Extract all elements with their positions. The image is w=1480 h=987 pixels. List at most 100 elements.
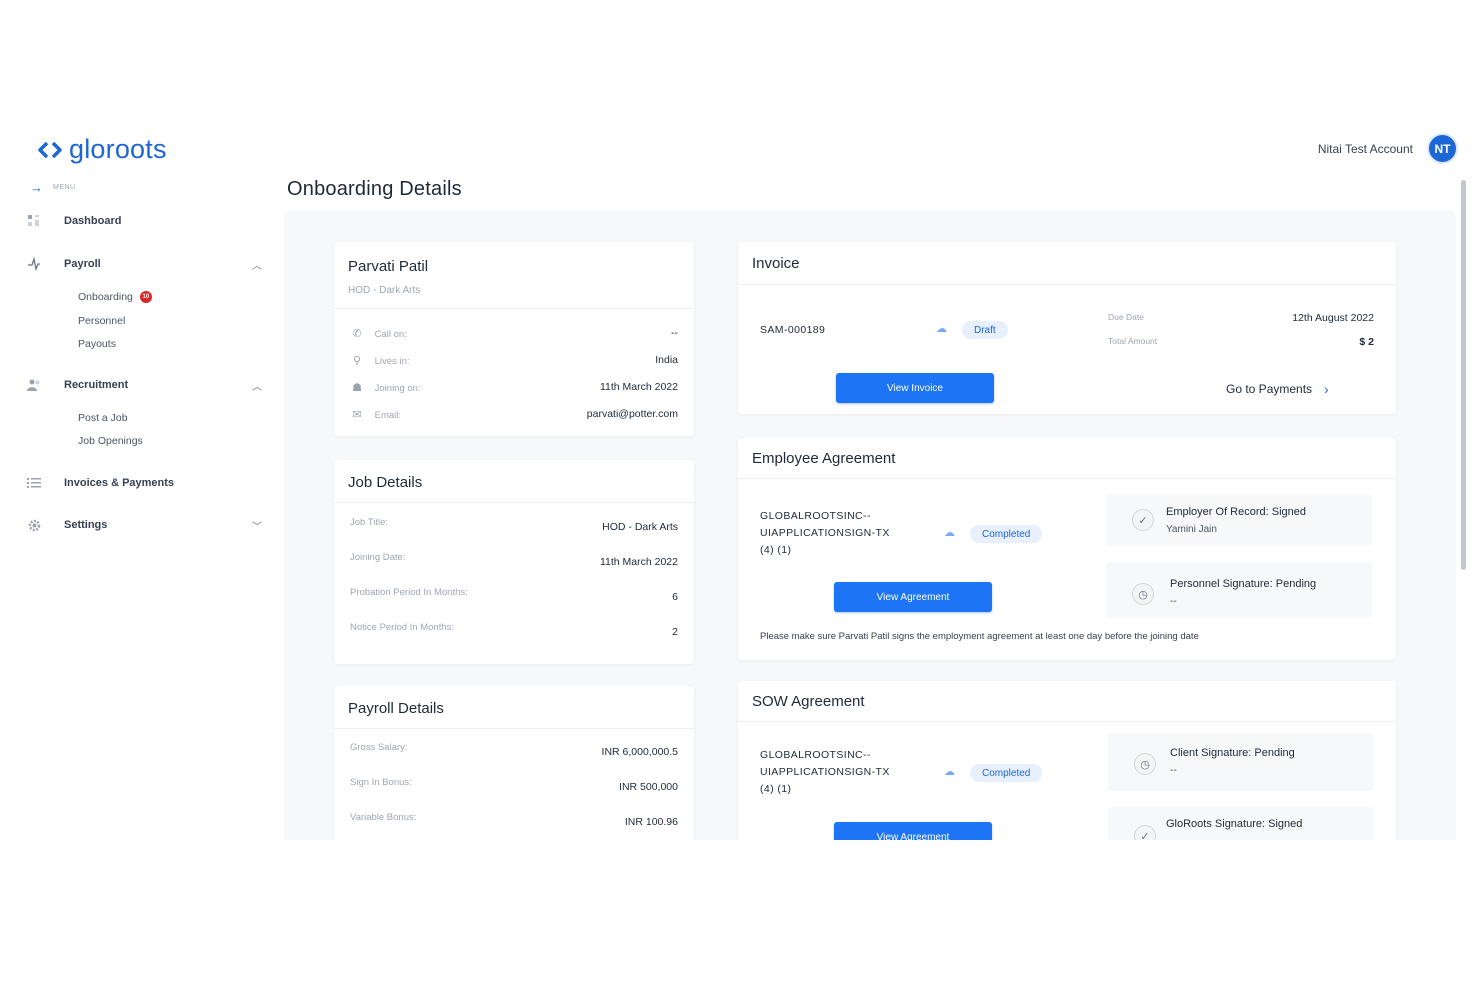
chevron-up-icon[interactable]: ︿ (252, 378, 262, 393)
job-label: Notice Period In Months: (350, 622, 455, 633)
list-icon (26, 476, 42, 490)
arrow-right-icon: → (30, 180, 43, 195)
gear-icon (26, 518, 42, 532)
agreement-name-line: (4) (1) (760, 544, 792, 556)
signature-name: Yamini Jain (1166, 524, 1217, 535)
dashboard-icon (26, 214, 42, 228)
contact-row-location: ⚲ Lives in: India (350, 354, 678, 370)
sidebar-subitem-label: Onboarding (78, 291, 133, 303)
job-label: Probation Period In Months: (350, 587, 468, 598)
sidebar-item-recruitment[interactable]: Recruitment ︿ (26, 378, 262, 393)
divider (334, 728, 694, 729)
sidebar-subitem-onboarding[interactable]: Onboarding 10 (78, 291, 152, 303)
card-title: Invoice (752, 255, 800, 272)
user-name: Nitai Test Account (1317, 141, 1413, 156)
total-amount-label: Total Amount (1108, 336, 1158, 346)
sidebar-item-settings[interactable]: Settings ﹀ (26, 518, 262, 533)
agreement-name-line: UIAPPLICATIONSIGN-TX (760, 766, 890, 778)
payroll-label: Gross Salary: (350, 742, 408, 753)
signature-status-employer: ✓ Employer Of Record: Signed Yamini Jain (1106, 494, 1372, 546)
sidebar-item-dashboard[interactable]: Dashboard (26, 214, 262, 228)
sidebar-subitem-label: Payouts (78, 338, 116, 350)
sidebar-subitem-label: Job Openings (78, 435, 143, 447)
check-icon: ✓ (1132, 509, 1154, 531)
notification-badge: 10 (139, 291, 152, 303)
view-invoice-button[interactable]: View Invoice (836, 373, 994, 403)
agreement-name-line: GLOBALROOTSINC-- (760, 749, 871, 761)
status-badge: Completed (970, 525, 1043, 543)
contact-label: Lives in: (374, 356, 410, 367)
signature-title: Personnel Signature: Pending (1170, 578, 1317, 590)
agreement-name: GLOBALROOTSINC-- UIAPPLICATIONSIGN-TX (4… (760, 508, 910, 559)
invoice-id: SAM-000189 (760, 324, 826, 336)
clock-icon: ◷ (1134, 753, 1156, 775)
divider (738, 284, 1396, 285)
logo[interactable]: gloroots (38, 134, 167, 165)
job-value: 11th March 2022 (599, 556, 678, 568)
cloud-icon: ☁ (944, 766, 955, 778)
contact-row-phone: ✆ Call on: -- (350, 327, 678, 343)
employee-name: Parvati Patil (348, 258, 429, 275)
signature-title: GloRoots Signature: Signed (1166, 818, 1303, 830)
sidebar-subitem-payouts[interactable]: Payouts (78, 338, 116, 350)
due-date-value: 12th August 2022 (1292, 312, 1374, 324)
employee-role: HOD - Dark Arts (348, 285, 421, 296)
card-title: Job Details (348, 474, 423, 491)
agreement-name-line: UIAPPLICATIONSIGN-TX (760, 527, 890, 539)
payroll-value: INR 6,000,000.5 (601, 746, 678, 758)
view-agreement-button[interactable]: View Agreement (834, 582, 992, 612)
cloud-icon: ☁ (936, 323, 947, 335)
job-details-card: Job Details Job Title: HOD - Dark Arts J… (334, 460, 694, 664)
contact-value[interactable]: parvati@potter.com (587, 408, 678, 420)
menu-toggle[interactable]: → MENU (30, 180, 76, 195)
menu-label: MENU (53, 184, 76, 191)
job-row: Job Title: HOD - Dark Arts (350, 517, 678, 533)
payroll-row: Variable Bonus: INR 100.96 (350, 812, 678, 828)
payroll-row: Gross Salary: INR 6,000,000.5 (350, 742, 678, 758)
status-badge: Completed (970, 764, 1043, 782)
logo-text: gloroots (69, 134, 167, 164)
status-badge: Draft (962, 321, 1008, 339)
sidebar-item-payroll[interactable]: Payroll ︿ (26, 257, 262, 272)
sidebar-item-label: Settings (64, 519, 108, 531)
go-to-payments-link[interactable]: Go to Payments › (1226, 381, 1329, 397)
chevron-up-icon[interactable]: ︿ (252, 257, 262, 272)
signature-title: Client Signature: Pending (1170, 747, 1295, 759)
contact-row-joining: ☗ Joining on: 11th March 2022 (350, 381, 678, 397)
divider (738, 478, 1396, 479)
sidebar-item-label: Dashboard (64, 215, 122, 227)
mail-icon: ✉ (352, 409, 362, 421)
sidebar-subitem-label: Personnel (78, 315, 126, 327)
sidebar-item-invoices[interactable]: Invoices & Payments (26, 476, 262, 490)
card-title: Payroll Details (348, 700, 444, 717)
sidebar-subitem-personnel[interactable]: Personnel (78, 315, 125, 327)
signature-name: -- (1170, 596, 1177, 607)
location-icon: ⚲ (352, 355, 362, 367)
payroll-icon (26, 257, 42, 271)
contact-value: India (655, 354, 678, 366)
avatar[interactable]: NT (1427, 133, 1458, 164)
agreement-name: GLOBALROOTSINC-- UIAPPLICATIONSIGN-TX (4… (760, 747, 910, 798)
sidebar-subitem-job-openings[interactable]: Job Openings (78, 435, 143, 447)
signature-status-gloroots: ✓ GloRoots Signature: Signed (1108, 807, 1374, 840)
scrollbar[interactable] (1461, 180, 1466, 570)
people-icon (26, 378, 42, 392)
check-icon: ✓ (1134, 825, 1156, 840)
payroll-label: Variable Bonus: (350, 812, 417, 823)
chevron-down-icon[interactable]: ﹀ (252, 518, 262, 533)
divider (334, 502, 694, 503)
job-row: Joining Date: 11th March 2022 (350, 552, 678, 568)
total-amount-value: $ 2 (1359, 336, 1374, 348)
clock-icon: ◷ (1132, 583, 1154, 605)
phone-icon: ✆ (352, 328, 362, 340)
user-menu[interactable]: Nitai Test Account NT (1318, 133, 1458, 164)
payroll-label: Sign In Bonus: (350, 777, 412, 788)
signature-name: -- (1170, 765, 1177, 776)
view-agreement-button[interactable]: View Agreement (834, 822, 992, 840)
sidebar-subitem-post-job[interactable]: Post a Job (78, 412, 128, 424)
payroll-value: INR 100.96 (624, 816, 678, 828)
sidebar-item-label: Invoices & Payments (64, 477, 175, 489)
job-label: Job Title: (350, 517, 389, 528)
card-title: SOW Agreement (752, 693, 865, 710)
sidebar-item-label: Payroll (64, 258, 101, 270)
